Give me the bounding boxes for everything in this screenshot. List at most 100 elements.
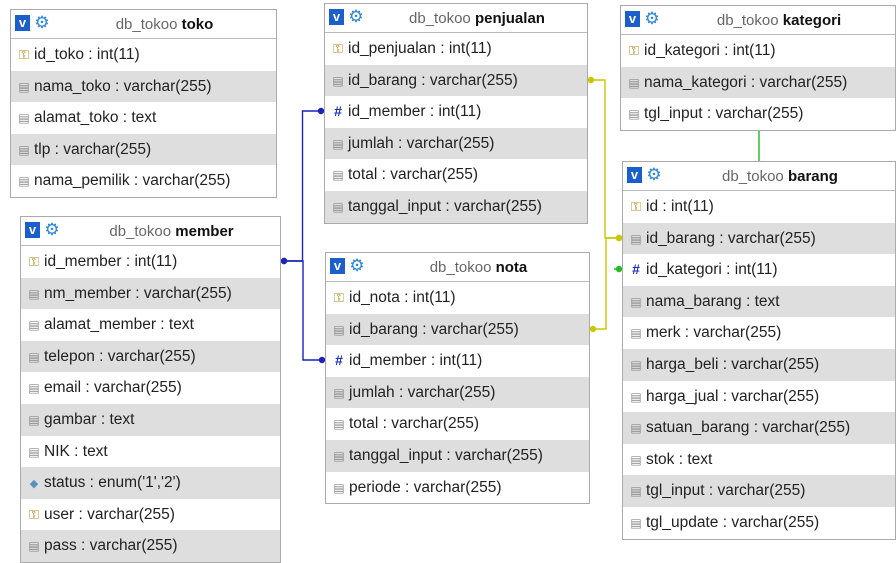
column-row[interactable]: ⚿ id_penjualan : int(11) <box>325 33 587 65</box>
column-row[interactable]: ▤ id_barang : varchar(255) <box>623 222 895 255</box>
column-row[interactable]: ▤ alamat_toko : text <box>11 102 276 134</box>
column-row[interactable]: # id_member : int(11) <box>326 345 589 377</box>
relation-line <box>281 110 324 262</box>
column-row[interactable]: ⚿ id_toko : int(11) <box>11 39 276 71</box>
enum-icon: ◆ <box>29 478 39 491</box>
column-row[interactable]: ⚿ id_nota : int(11) <box>326 282 589 314</box>
column-row[interactable]: # id_member : int(11) <box>325 96 587 128</box>
column-label: id_barang : varchar(255) <box>348 71 518 89</box>
column-label: id_member : int(11) <box>348 103 482 121</box>
table-name: nota <box>495 259 528 276</box>
column-label: alamat_member : text <box>44 316 194 334</box>
toggle-v-icon[interactable]: v <box>625 11 640 27</box>
gear-icon[interactable]: ⚙ <box>645 165 663 185</box>
column-icon: ▤ <box>18 111 30 126</box>
column-label: tgl_input : varchar(255) <box>646 482 806 500</box>
column-label: email : varchar(255) <box>44 379 182 397</box>
column-label: id_member : int(11) <box>349 352 483 370</box>
table-member[interactable]: v ⚙ db_tokoo member ⚿ id_member : int(11) ▤ nm… <box>20 216 281 563</box>
column-row[interactable]: ▤ id_barang : varchar(255) <box>326 313 589 346</box>
table-header[interactable]: v ⚙ db_tokoo toko <box>11 10 276 39</box>
column-row[interactable]: ▤ tlp : varchar(255) <box>11 133 276 166</box>
column-row[interactable]: ▤ pass : varchar(255) <box>21 530 280 562</box>
table-header[interactable]: v ⚙ db_tokoo penjualan <box>325 4 587 33</box>
column-row[interactable]: ▤ harga_beli : varchar(255) <box>623 348 895 381</box>
column-row[interactable]: ▤ periode : varchar(255) <box>326 472 589 504</box>
column-label: telepon : varchar(255) <box>44 347 196 365</box>
column-icon: ▤ <box>28 286 40 301</box>
column-row[interactable]: ▤ tgl_input : varchar(255) <box>621 98 895 130</box>
key-icon: ⚿ <box>19 47 29 62</box>
column-row[interactable]: ▤ NIK : text <box>21 436 280 468</box>
column-label: harga_jual : varchar(255) <box>646 387 820 405</box>
column-label: stok : text <box>646 450 713 468</box>
column-row[interactable]: ▤ alamat_member : text <box>21 309 280 341</box>
table-name: penjualan <box>474 10 545 27</box>
toggle-v-icon[interactable]: v <box>25 222 40 238</box>
column-row[interactable]: ▤ tgl_input : varchar(255) <box>623 475 895 507</box>
column-row[interactable]: ▤ gambar : text <box>21 403 280 436</box>
gear-icon[interactable]: ⚙ <box>643 9 661 29</box>
column-row[interactable]: ▤ email : varchar(255) <box>21 372 280 404</box>
column-icon: ▤ <box>28 318 40 333</box>
column-label: id : int(11) <box>646 198 714 215</box>
table-header[interactable]: v ⚙ db_tokoo member <box>21 217 280 246</box>
gear-icon[interactable]: ⚙ <box>348 256 366 276</box>
table-nota[interactable]: v ⚙ db_tokoo nota ⚿ id_nota : int(11) ▤ id_bar… <box>325 252 590 505</box>
column-icon: ▤ <box>628 107 640 122</box>
table-penjualan[interactable]: v ⚙ db_tokoo penjualan ⚿ id_penjualan : int(… <box>324 3 588 224</box>
column-row[interactable]: ▤ telepon : varchar(255) <box>21 340 280 373</box>
key-icon: ⚿ <box>333 41 343 56</box>
column-row[interactable]: ▤ tanggal_input : varchar(255) <box>326 439 589 472</box>
column-icon: ▤ <box>628 75 640 90</box>
column-label: total : varchar(255) <box>349 415 480 433</box>
column-row[interactable]: ▤ jumlah : varchar(255) <box>326 376 589 409</box>
column-icon: ▤ <box>333 480 345 495</box>
column-row[interactable]: ▤ total : varchar(255) <box>326 408 589 440</box>
column-label: tgl_update : varchar(255) <box>646 513 820 531</box>
table-barang[interactable]: v ⚙ db_tokoo barang ⚿ id : int(11) ▤ id_barang… <box>622 161 896 540</box>
column-row[interactable]: ▤ tgl_update : varchar(255) <box>623 507 895 539</box>
table-title: db_tokoo member <box>67 223 276 240</box>
table-header[interactable]: v ⚙ db_tokoo barang <box>623 162 895 191</box>
table-toko[interactable]: v ⚙ db_tokoo toko ⚿ id_toko : int(11) ▤ nama_t… <box>10 9 277 198</box>
toggle-v-icon[interactable]: v <box>627 167 642 183</box>
gear-icon[interactable]: ⚙ <box>347 7 365 27</box>
table-kategori[interactable]: v ⚙ db_tokoo kategori ⚿ id_kategori : int(11… <box>620 5 896 131</box>
column-row[interactable]: ▤ id_barang : varchar(255) <box>325 64 587 97</box>
toggle-v-icon[interactable]: v <box>329 9 344 25</box>
column-icon: ▤ <box>333 417 345 432</box>
column-row[interactable]: ▤ satuan_barang : varchar(255) <box>623 412 895 444</box>
column-row[interactable]: ▤ merk : varchar(255) <box>623 317 895 349</box>
column-row[interactable]: # id_kategori : int(11) <box>623 254 895 286</box>
gear-icon[interactable]: ⚙ <box>33 13 51 33</box>
gear-icon[interactable]: ⚙ <box>43 220 61 240</box>
column-row[interactable]: ▤ tanggal_input : varchar(255) <box>325 190 587 223</box>
column-row[interactable]: ⚿ id : int(11) <box>623 191 895 223</box>
column-label: tanggal_input : varchar(255) <box>349 446 543 464</box>
column-row[interactable]: ◆ status : enum('1','2') <box>21 467 280 499</box>
key-icon: ⚿ <box>629 43 639 58</box>
column-row[interactable]: ⚿ user : varchar(255) <box>21 499 280 531</box>
column-row[interactable]: ▤ nama_kategori : varchar(255) <box>621 66 895 99</box>
toggle-v-icon[interactable]: v <box>15 15 30 31</box>
column-row[interactable]: ▤ nama_barang : text <box>623 285 895 318</box>
column-row[interactable]: ▤ nm_member : varchar(255) <box>21 277 280 310</box>
table-header[interactable]: v ⚙ db_tokoo kategori <box>621 6 895 35</box>
column-label: id_barang : varchar(255) <box>646 229 816 247</box>
column-row[interactable]: ▤ nama_toko : varchar(255) <box>11 70 276 103</box>
column-row[interactable]: ▤ stok : text <box>623 444 895 476</box>
column-icon: ▤ <box>630 326 642 341</box>
table-title: db_tokoo kategori <box>667 12 891 29</box>
column-icon: ▤ <box>630 421 642 436</box>
column-icon: ▤ <box>630 515 642 530</box>
relation-line <box>588 79 622 239</box>
column-row[interactable]: ⚿ id_kategori : int(11) <box>621 35 895 67</box>
column-row[interactable]: ▤ jumlah : varchar(255) <box>325 127 587 160</box>
toggle-v-icon[interactable]: v <box>330 258 345 274</box>
column-row[interactable]: ▤ total : varchar(255) <box>325 159 587 191</box>
column-row[interactable]: ⚿ id_member : int(11) <box>21 246 280 278</box>
table-header[interactable]: v ⚙ db_tokoo nota <box>326 253 589 282</box>
column-row[interactable]: ▤ harga_jual : varchar(255) <box>623 381 895 413</box>
column-row[interactable]: ▤ nama_pemilik : varchar(255) <box>11 165 276 197</box>
